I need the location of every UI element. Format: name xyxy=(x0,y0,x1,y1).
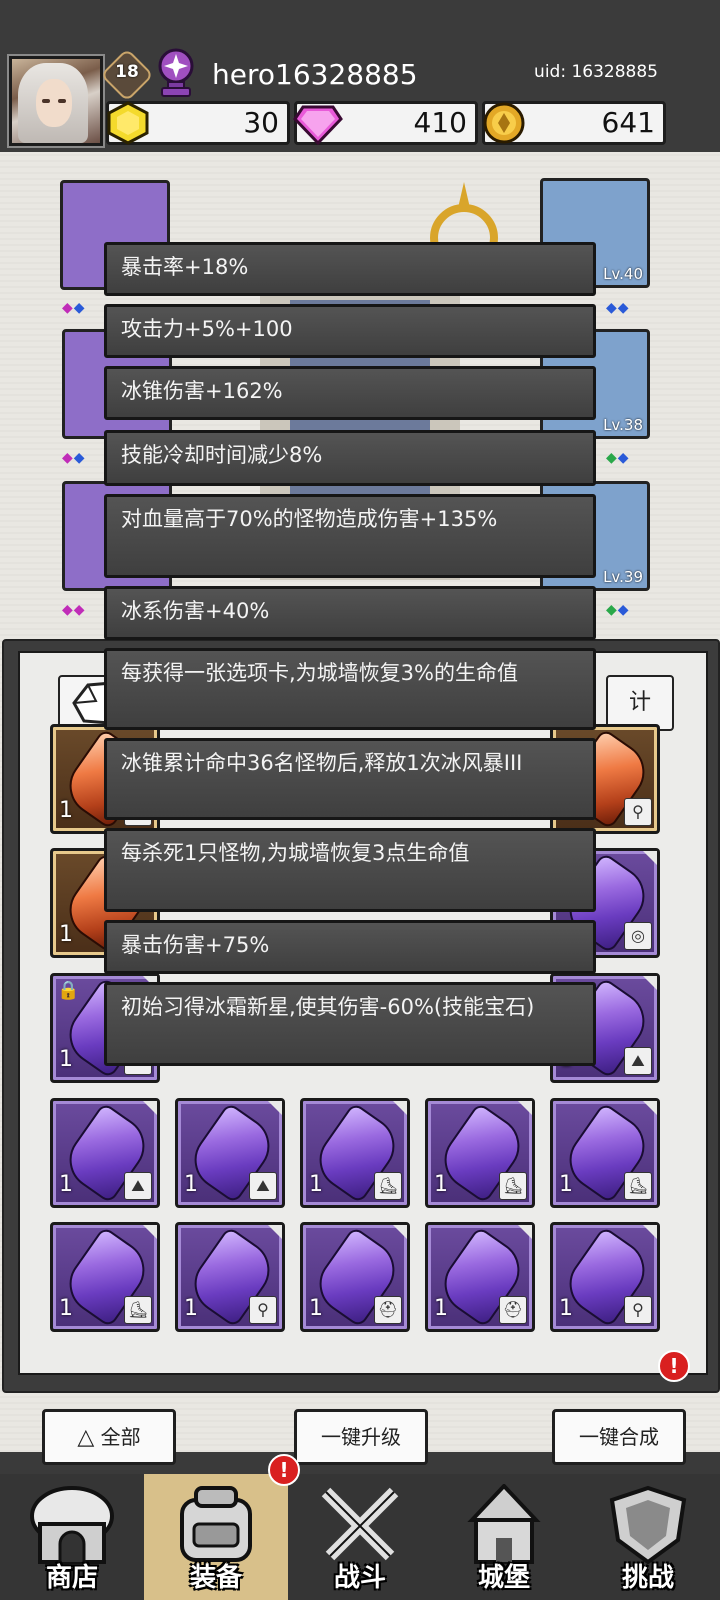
tooltip-stat-line: 暴击伤害+75% xyxy=(104,920,596,974)
equipment-type-icon: ⚲ xyxy=(624,798,652,826)
gem-count: 1 xyxy=(434,1296,448,1321)
purple-gem-slot[interactable]: 1 ⛸ xyxy=(50,1222,160,1332)
socket-gems-icon: ◆◆ xyxy=(606,602,630,618)
nav-challenge[interactable]: 挑战 xyxy=(576,1474,720,1600)
equipment-type-icon: ⛰ xyxy=(624,1047,652,1075)
equipment-type-icon: ⛑ xyxy=(499,1296,527,1324)
purple-gem-slot[interactable]: 1 ⛑ xyxy=(300,1222,410,1332)
nav-shop[interactable]: 商店 xyxy=(0,1474,144,1600)
purple-gem-slot[interactable]: 1⛰ xyxy=(50,1098,160,1208)
tooltip-stat-line: 初始习得冰霜新星,使其伤害-60%(技能宝石) xyxy=(104,982,596,1066)
player-uid: uid: 16328885 xyxy=(534,62,658,82)
shop-icon xyxy=(30,1486,114,1564)
gem-count: 1 xyxy=(559,1296,573,1321)
player-level: 18 xyxy=(115,62,139,82)
coin-value: 641 xyxy=(601,106,655,139)
coin-resource[interactable]: 641 xyxy=(482,101,666,145)
gem-count: 1 xyxy=(59,1047,73,1072)
nav-battle-label: 战斗 xyxy=(333,1563,386,1593)
nav-battle[interactable]: 战斗 xyxy=(288,1474,432,1600)
tooltip-stat-line: 对血量高于70%的怪物造成伤害+135% xyxy=(104,494,596,578)
tooltip-stat-line: 攻击力+5%+100 xyxy=(104,304,596,358)
lock-icon: 🔒 xyxy=(57,980,80,1001)
one-click-upgrade-button[interactable]: 一键升级 xyxy=(294,1409,428,1465)
gem-count: 1 xyxy=(559,1172,573,1197)
tooltip-stat-line: 冰锥伤害+162% xyxy=(104,366,596,420)
diamond-resource[interactable]: 410 xyxy=(293,101,478,145)
nav-equipment[interactable]: 装备 xyxy=(144,1474,288,1600)
purple-gem-slot[interactable]: 1 ⚲ xyxy=(175,1222,285,1332)
player-avatar[interactable] xyxy=(7,54,105,148)
gem-count: 1 xyxy=(184,1296,198,1321)
gold-hexagon-icon xyxy=(107,101,149,145)
socket-gems-icon: ◆◆ xyxy=(62,602,86,618)
tooltip-stat-line: 每杀死1只怪物,为城墙恢复3点生命值 xyxy=(104,828,596,912)
purple-gem-slot[interactable]: 1 ⛸ xyxy=(425,1098,535,1208)
equipment-type-icon: ⛰ xyxy=(249,1172,277,1200)
equipment-type-icon: ⛰ xyxy=(124,1172,152,1200)
bottom-nav: 商店 装备 战斗 城堡 挑战 xyxy=(0,1474,720,1600)
socket-gems-icon: ◆◆ xyxy=(62,450,86,466)
one-click-merge-button[interactable]: 一键合成 xyxy=(552,1409,686,1465)
gem-count: 1 xyxy=(59,1172,73,1197)
equipment-alert-badge: ! xyxy=(268,1454,300,1486)
gem-count: 1 xyxy=(434,1172,448,1197)
equip-level: Lv.38 xyxy=(603,416,643,434)
equipment-type-icon: ⚲ xyxy=(249,1296,277,1324)
triangle-icon: △ xyxy=(77,1425,95,1450)
equipment-type-icon: ⛸ xyxy=(624,1172,652,1200)
tooltip-stat-line: 冰锥累计命中36名怪物后,释放1次冰风暴III xyxy=(104,738,596,820)
gem-count: 1 xyxy=(59,1296,73,1321)
gold-value: 30 xyxy=(243,106,279,139)
purple-gem-slot[interactable]: 1 ⛸ xyxy=(300,1098,410,1208)
player-name: hero16328885 xyxy=(212,58,418,91)
purple-gem-slot[interactable]: 1 ⚲ xyxy=(550,1222,660,1332)
tooltip-stat-line: 每获得一张选项卡,为城墙恢复3%的生命值 xyxy=(104,648,596,730)
purple-gem-slot[interactable]: 1 ⛸ xyxy=(550,1098,660,1208)
equip-level: Lv.39 xyxy=(603,568,643,586)
gem-count: 1 xyxy=(309,1172,323,1197)
equipment-type-icon: ◎ xyxy=(624,922,652,950)
purple-gem-slot[interactable]: 1⛰ xyxy=(175,1098,285,1208)
gem-count: 1 xyxy=(184,1172,198,1197)
castle-icon xyxy=(467,1484,541,1564)
equipment-type-icon: ⚲ xyxy=(624,1296,652,1324)
gem-count: 1 xyxy=(59,922,73,947)
equipment-type-icon: ⛑ xyxy=(374,1296,402,1324)
nav-challenge-label: 挑战 xyxy=(621,1563,674,1593)
gem-count: 1 xyxy=(59,798,73,823)
nav-shop-label: 商店 xyxy=(45,1563,98,1593)
coin-icon xyxy=(483,102,525,144)
equipment-type-icon: ⛸ xyxy=(374,1172,402,1200)
gem-stats-tooltip: 暴击率+18% 攻击力+5%+100 冰锥伤害+162% 技能冷却时间减少8% 对血量高… xyxy=(104,242,602,1074)
top-bar: 18 hero16328885 uid: 16328885 30 410 641 xyxy=(0,0,720,152)
diamond-value: 410 xyxy=(413,106,467,139)
nav-castle[interactable]: 城堡 xyxy=(432,1474,576,1600)
shield-icon xyxy=(609,1485,687,1565)
equipment-type-icon: ⛸ xyxy=(499,1172,527,1200)
nav-castle-label: 城堡 xyxy=(477,1563,530,1593)
socket-gems-icon: ◆◆ xyxy=(606,450,630,466)
socket-gems-icon: ◆◆ xyxy=(62,300,86,316)
tooltip-stat-line: 技能冷却时间减少8% xyxy=(104,430,596,486)
tooltip-stat-line: 冰系伤害+40% xyxy=(104,586,596,640)
merge-alert-badge: ! xyxy=(658,1350,690,1382)
nav-equipment-label: 装备 xyxy=(189,1563,242,1593)
trophy-icon[interactable] xyxy=(154,48,198,98)
crossed-swords-icon xyxy=(321,1487,399,1561)
tooltip-stat-line: 暴击率+18% xyxy=(104,242,596,296)
purple-gem-slot[interactable]: 1 ⛑ xyxy=(425,1222,535,1332)
gold-resource[interactable]: 30 xyxy=(106,101,290,145)
filter-all-button[interactable]: △ 全部 xyxy=(42,1409,176,1465)
equipment-type-icon: ⛸ xyxy=(124,1296,152,1324)
diamond-icon xyxy=(293,105,343,145)
backpack-icon xyxy=(180,1486,252,1562)
filter-all-label: 全部 xyxy=(100,1425,141,1449)
stats-tab[interactable]: 计 xyxy=(606,675,674,731)
socket-gems-icon: ◆◆ xyxy=(606,300,630,316)
equip-level: Lv.40 xyxy=(603,265,643,283)
gem-count: 1 xyxy=(309,1296,323,1321)
